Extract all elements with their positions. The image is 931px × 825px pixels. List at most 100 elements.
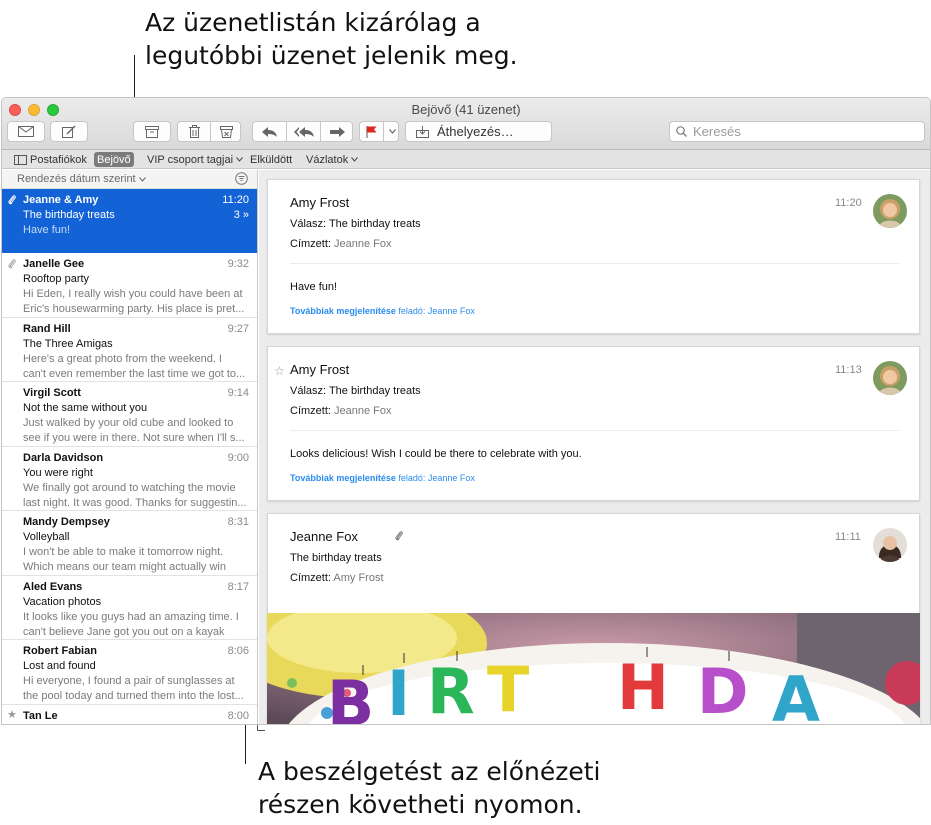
birthday-photo: B I R T H D A bbox=[267, 613, 920, 725]
filter-icon bbox=[235, 172, 248, 185]
list-item[interactable]: Rand Hill 9:27 The Three Amigas Here's a… bbox=[2, 318, 257, 382]
list-item[interactable]: Robert Fabian 8:06 Lost and found Hi eve… bbox=[2, 640, 257, 705]
list-item[interactable]: ★ Tan Le 8:00 bbox=[2, 705, 257, 725]
callout-line-4: részen követheti nyomon. bbox=[258, 790, 583, 819]
callout-preview: A beszélgetést az előnézeti részen követ… bbox=[258, 755, 600, 821]
filter-button[interactable] bbox=[235, 172, 248, 188]
message-subject: The birthday treats bbox=[23, 209, 115, 221]
drafts-label: Vázlatok bbox=[306, 153, 349, 166]
message-subject: Volleyball bbox=[23, 531, 70, 543]
attachment-icon bbox=[395, 530, 403, 545]
favorite-inbox[interactable]: Bejövő bbox=[94, 152, 134, 167]
junk-icon bbox=[220, 125, 233, 138]
callout-message-list: Az üzenetlistán kizárólag a legutóbbi üz… bbox=[145, 6, 518, 72]
message-time: 8:17 bbox=[227, 580, 249, 593]
mailboxes-button[interactable]: Postafiókok bbox=[11, 152, 90, 167]
list-item[interactable]: Janelle Gee 9:32 Rooftop party Hi Eden, … bbox=[2, 253, 257, 318]
message-subject: The birthday treats bbox=[290, 552, 382, 564]
to-label: Címzett: bbox=[290, 405, 331, 417]
list-item[interactable]: Aled Evans 8:17 Vacation photos It looks… bbox=[2, 576, 257, 640]
get-mail-button[interactable] bbox=[7, 121, 45, 142]
sent-label: Elküldött bbox=[250, 153, 293, 166]
message-preview: can't even remember the last time we got… bbox=[23, 367, 246, 380]
see-more-link[interactable]: Továbbiak megjelenítése feladó: Jeanne F… bbox=[290, 473, 475, 483]
mail-window: Bejövő (41 üzenet) Áthelyezés… Keresés P… bbox=[1, 97, 931, 725]
callout-line-3: A beszélgetést az előnézeti bbox=[258, 757, 601, 786]
message-recipient-line: Címzett: Amy Frost bbox=[290, 572, 384, 584]
archive-button[interactable] bbox=[133, 121, 171, 142]
reply-button[interactable] bbox=[253, 122, 286, 141]
window-title: Bejövő (41 üzenet) bbox=[411, 102, 521, 117]
message-time: 8:31 bbox=[227, 516, 249, 528]
message-sender: Darla Davidson bbox=[23, 451, 104, 464]
message-sender: Janelle Gee bbox=[23, 258, 85, 270]
message-sender: Virgil Scott bbox=[23, 387, 81, 399]
delete-button[interactable] bbox=[178, 122, 210, 141]
flag-icon bbox=[366, 125, 376, 138]
thread-count[interactable]: 3 » bbox=[234, 208, 249, 223]
chevron-down-icon bbox=[236, 157, 243, 162]
star-icon: ☆ bbox=[274, 364, 285, 378]
list-item[interactable]: Virgil Scott 9:14 Not the same without y… bbox=[2, 382, 257, 447]
search-field[interactable]: Keresés bbox=[669, 121, 925, 142]
message-subject: The birthday treats bbox=[328, 385, 421, 397]
svg-text:H: H bbox=[617, 651, 669, 724]
message-subject: Rooftop party bbox=[23, 273, 90, 285]
message-preview: I won't be able to make it tomorrow nigh… bbox=[23, 546, 224, 558]
favorite-sent[interactable]: Elküldött bbox=[247, 152, 295, 167]
message-preview: see if you were in there. Not sure when … bbox=[23, 432, 245, 444]
message-preview: Eric's housewarming party. His place is … bbox=[23, 303, 245, 315]
message-time: 9:27 bbox=[227, 322, 249, 335]
callout-line-1: Az üzenetlistán kizárólag a bbox=[145, 8, 481, 37]
message-preview: Just walked by your old cube and looked … bbox=[23, 417, 234, 429]
move-button[interactable]: Áthelyezés… bbox=[405, 121, 552, 142]
chevron-down-icon bbox=[388, 129, 396, 134]
chevron-down-icon bbox=[138, 177, 146, 182]
new-message-button[interactable] bbox=[50, 121, 88, 142]
see-more-from: feladó: Jeanne Fox bbox=[395, 306, 475, 316]
avatar bbox=[873, 361, 907, 395]
message-preview: Have fun! bbox=[23, 224, 71, 236]
vip-label: VIP csoport tagjai bbox=[147, 153, 234, 166]
move-label: Áthelyezés… bbox=[437, 124, 514, 139]
message-subject: The Three Amigas bbox=[23, 337, 113, 350]
conversation-view: Amy Frost 11:20 Válasz: The birthday tre… bbox=[259, 170, 930, 725]
to-label: Címzett: bbox=[290, 572, 331, 584]
conversation-message[interactable]: Amy Frost 11:20 Válasz: The birthday tre… bbox=[267, 179, 920, 334]
attachment-icon bbox=[8, 258, 16, 274]
message-time: 8:00 bbox=[227, 709, 249, 722]
archive-icon bbox=[145, 125, 159, 138]
avatar bbox=[873, 528, 907, 562]
message-subject: Not the same without you bbox=[23, 402, 148, 414]
trash-icon bbox=[188, 125, 200, 138]
favorite-vip[interactable]: VIP csoport tagjai bbox=[144, 152, 246, 167]
svg-text:T: T bbox=[487, 653, 529, 725]
message-recipient-line: Címzett: Jeanne Fox bbox=[290, 405, 392, 417]
reply-all-button[interactable] bbox=[287, 122, 320, 141]
list-item[interactable]: Mandy Dempsey 8:31 Volleyball I won't be… bbox=[2, 511, 257, 576]
favorite-drafts[interactable]: Vázlatok bbox=[303, 152, 361, 167]
message-sender: Rand Hill bbox=[23, 322, 71, 335]
message-subject: You were right bbox=[23, 466, 93, 479]
reply-all-icon bbox=[293, 126, 314, 137]
message-subject: Lost and found bbox=[23, 660, 96, 672]
sidebar-icon bbox=[14, 154, 27, 165]
list-item[interactable]: Jeanne & Amy 11:20 The birthday treats 3… bbox=[2, 189, 257, 253]
svg-text:A: A bbox=[772, 663, 820, 725]
junk-button[interactable] bbox=[211, 122, 242, 141]
conversation-message[interactable]: ☆ Amy Frost 11:13 Válasz: The birthday t… bbox=[267, 346, 920, 501]
see-more-label: Továbbiak megjelenítése bbox=[290, 306, 396, 316]
flag-menu-button[interactable] bbox=[384, 122, 400, 141]
inbox-label: Bejövő bbox=[97, 153, 131, 166]
sort-button[interactable]: Rendezés dátum szerint bbox=[17, 173, 146, 185]
message-time: 8:06 bbox=[227, 645, 249, 657]
flag-button-group bbox=[359, 121, 399, 142]
reply-group bbox=[252, 121, 353, 142]
message-subject-line: The birthday treats bbox=[290, 552, 382, 564]
flag-button[interactable] bbox=[360, 122, 382, 141]
see-more-link[interactable]: Továbbiak megjelenítése feladó: Jeanne F… bbox=[290, 306, 475, 316]
message-sender: Aled Evans bbox=[23, 580, 83, 593]
list-item[interactable]: Darla Davidson 9:00 You were right We fi… bbox=[2, 447, 257, 511]
forward-button[interactable] bbox=[321, 122, 354, 141]
message-body: Looks delicious! Wish I could be there t… bbox=[290, 448, 582, 460]
